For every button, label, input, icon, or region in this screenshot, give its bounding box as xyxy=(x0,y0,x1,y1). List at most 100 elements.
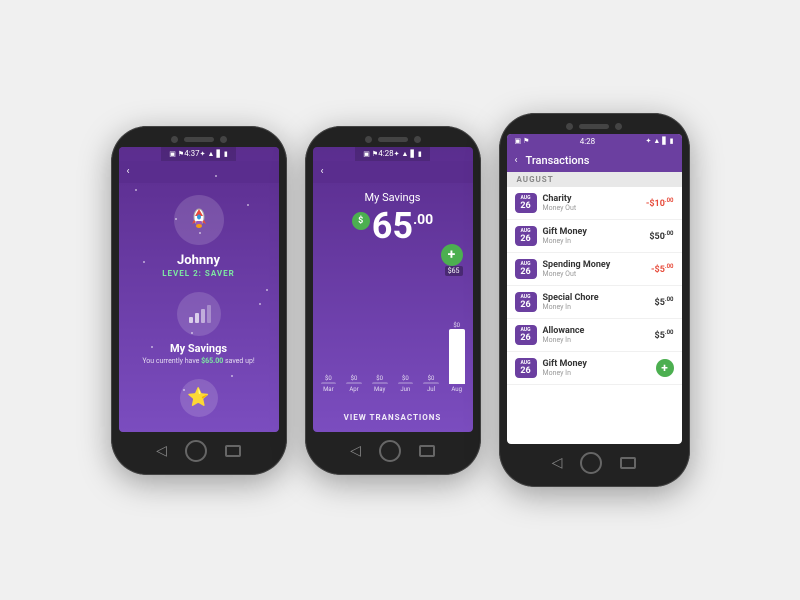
transaction-item-4: Aug 26 Special Chore Money In $5.00 xyxy=(507,286,682,319)
clock: 4:37 xyxy=(184,149,199,158)
savings-label: My Savings xyxy=(170,342,227,355)
camera-3 xyxy=(365,136,372,143)
transactions-title: Transactions xyxy=(526,154,590,167)
speaker-3 xyxy=(579,124,609,129)
phone2-header: ‹ xyxy=(313,161,473,183)
bar-mar-bar xyxy=(321,382,337,384)
phone-top-2 xyxy=(313,136,473,143)
phone-1: ▣ ⚑ 4:37 ✦ ▲ ▋ ▮ ‹ xyxy=(111,126,287,475)
nav-home-button-2[interactable] xyxy=(379,440,401,462)
transaction-item: Aug 26 Charity Money Out -$10.00 xyxy=(507,187,682,220)
tx-type-gift2: Money In xyxy=(543,369,650,377)
bar-jul: $0 Jul xyxy=(423,375,439,393)
tx-day-4: 26 xyxy=(516,300,536,310)
tx-day: 26 xyxy=(516,201,536,211)
chart-area: + $65 $0 Mar $0 Apr xyxy=(313,244,473,432)
signal-icon-2: ▋ xyxy=(410,150,415,158)
tx-type-gift: Money In xyxy=(543,237,644,245)
phones-container: ▣ ⚑ 4:37 ✦ ▲ ▋ ▮ ‹ xyxy=(111,113,690,487)
bar-jul-bar xyxy=(423,382,439,384)
clock-3: 4:28 xyxy=(580,137,595,146)
status-right-icons: ✦ ▲ ▋ ▮ xyxy=(200,150,228,158)
bar-apr-bar xyxy=(346,382,362,384)
tx-info-gift2: Gift Money Money In xyxy=(543,359,650,377)
status-bar: ▣ ⚑ 4:37 ✦ ▲ ▋ ▮ xyxy=(161,147,235,161)
nav-back-button-2[interactable]: ◁ xyxy=(350,443,361,459)
status-bar-2: ▣ ⚑ 4:28 ✦ ▲ ▋ ▮ xyxy=(355,147,429,161)
phone-bottom: ◁ xyxy=(119,437,279,465)
status-left-icons: ▣ ⚑ xyxy=(169,150,184,158)
tx-day-5: 26 xyxy=(516,333,536,343)
camera-6 xyxy=(615,123,622,130)
phone-2: ▣ ⚑ 4:28 ✦ ▲ ▋ ▮ ‹ My Savings xyxy=(305,126,481,475)
phone2-screen: ▣ ⚑ 4:28 ✦ ▲ ▋ ▮ ‹ My Savings xyxy=(313,147,473,432)
nav-recent-button-2[interactable] xyxy=(419,445,435,457)
section-august: AUGUST xyxy=(507,172,682,187)
back-arrow-icon-3[interactable]: ‹ xyxy=(515,155,518,166)
phone3-content: ▣ ⚑ 4:28 ✦ ▲ ▋ ▮ ‹ Transactions xyxy=(507,134,682,444)
status-right-icons-3: ✦ ▲ ▋ ▮ xyxy=(645,137,673,145)
speaker-2 xyxy=(378,137,408,142)
phone2-content: ▣ ⚑ 4:28 ✦ ▲ ▋ ▮ ‹ My Savings xyxy=(313,147,473,432)
back-arrow-icon[interactable]: ‹ xyxy=(127,166,130,177)
tx-date-gift2: Aug 26 xyxy=(515,358,537,378)
phone-top-3 xyxy=(507,123,682,130)
bar-jun-bar xyxy=(398,382,414,384)
signal-icon: ▋ xyxy=(216,150,221,158)
savings-amount: $65.00 xyxy=(201,357,223,365)
phone1-screen: ▣ ⚑ 4:37 ✦ ▲ ▋ ▮ ‹ xyxy=(119,147,279,432)
tx-amount-charity: -$10.00 xyxy=(646,197,674,209)
tx-info-chore: Special Chore Money In xyxy=(543,293,649,311)
tx-amount-chore: $5.00 xyxy=(655,296,674,308)
dollar-sign-circle: $ xyxy=(352,212,370,230)
bar-mar: $0 Mar xyxy=(321,375,337,393)
bluetooth-icon: ✦ xyxy=(200,150,206,158)
savings-description: You currently have $65.00 saved up! xyxy=(132,357,264,365)
nav-back-button-3[interactable]: ◁ xyxy=(552,455,563,471)
tx-name-charity: Charity xyxy=(543,194,640,204)
phone3-screen: ▣ ⚑ 4:28 ✦ ▲ ▋ ▮ ‹ Transactions xyxy=(507,134,682,444)
add-transaction-button[interactable]: + xyxy=(656,359,674,377)
phone-top xyxy=(119,136,279,143)
nav-recent-button[interactable] xyxy=(225,445,241,457)
camera-2 xyxy=(220,136,227,143)
tx-type-allowance: Money In xyxy=(543,336,649,344)
tx-name-gift2: Gift Money xyxy=(543,359,650,369)
nav-home-button-3[interactable] xyxy=(580,452,602,474)
view-transactions-button[interactable]: VIEW TRANSACTIONS xyxy=(344,407,442,428)
tx-date-allowance: Aug 26 xyxy=(515,325,537,345)
bar-label: $65 xyxy=(445,266,463,276)
nav-home-button[interactable] xyxy=(185,440,207,462)
tx-amount-allowance: $5.00 xyxy=(655,329,674,341)
nav-recent-button-3[interactable] xyxy=(620,457,636,469)
bar-apr: $0 Apr xyxy=(346,375,362,393)
sim-icon: ▣ xyxy=(169,150,176,158)
status-right-icons-2: ✦ ▲ ▋ ▮ xyxy=(394,150,422,158)
tx-date-chore: Aug 26 xyxy=(515,292,537,312)
camera-5 xyxy=(566,123,573,130)
nav-back-button[interactable]: ◁ xyxy=(156,443,167,459)
tx-info-gift: Gift Money Money In xyxy=(543,227,644,245)
transaction-item-2: Aug 26 Gift Money Money In $50.00 xyxy=(507,220,682,253)
add-button[interactable]: + xyxy=(441,244,463,266)
tx-type-chore: Money In xyxy=(543,303,649,311)
savings-icon xyxy=(177,292,221,336)
user-name: Johnny xyxy=(177,253,220,268)
bar-aug-bar xyxy=(449,329,465,384)
camera xyxy=(171,136,178,143)
amount-whole: 65 xyxy=(372,208,413,244)
star-badge[interactable]: ⭐ xyxy=(180,379,218,417)
phone3-header: ‹ Transactions xyxy=(507,148,682,172)
tx-name-spending: Spending Money xyxy=(543,260,646,270)
phone-bottom-2: ◁ xyxy=(313,437,473,465)
tx-name-allowance: Allowance xyxy=(543,326,649,336)
transaction-item-3: Aug 26 Spending Money Money Out -$5.00 xyxy=(507,253,682,286)
phone1-content: ▣ ⚑ 4:37 ✦ ▲ ▋ ▮ ‹ xyxy=(119,147,279,432)
rocket-area xyxy=(174,195,224,245)
bar-may-bar xyxy=(372,382,388,384)
bar-chart-icon xyxy=(187,303,211,325)
battery-icon: ▮ xyxy=(224,150,228,158)
bluetooth-icon-2: ✦ xyxy=(394,150,400,158)
tx-date-charity: Aug 26 xyxy=(515,193,537,213)
back-arrow-icon-2[interactable]: ‹ xyxy=(321,166,324,177)
